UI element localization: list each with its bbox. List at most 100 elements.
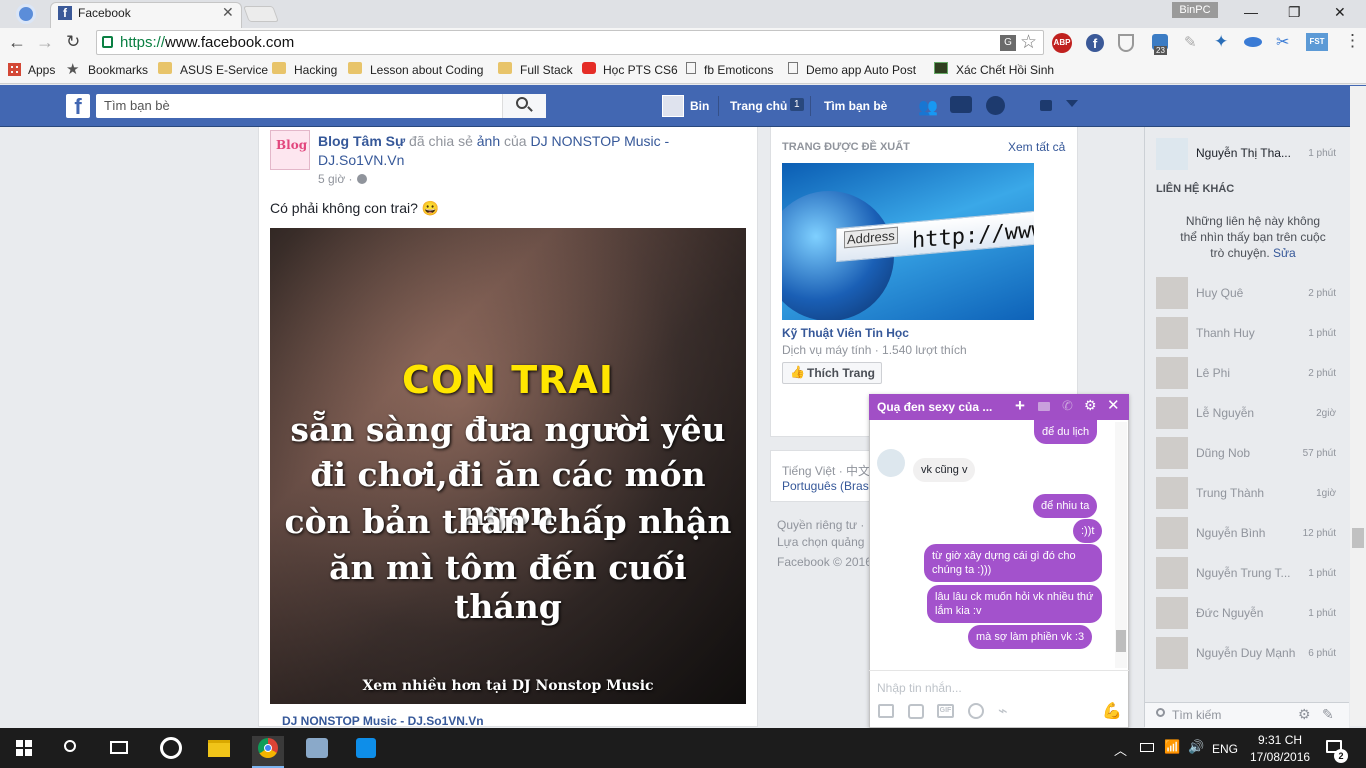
chat-title[interactable]: Quạ đen sexy của ... <box>877 400 992 414</box>
clock-date[interactable]: 17/08/2016 <box>1250 750 1310 764</box>
bookmark-xac-chet[interactable]: Xác Chết Hồi Sinh <box>956 63 1054 77</box>
contact-avatar[interactable] <box>1156 138 1188 170</box>
see-all-link[interactable]: Xem tất cả <box>1008 140 1065 154</box>
secure-lock-icon[interactable] <box>102 36 113 48</box>
adblock-icon[interactable]: ABP <box>1052 33 1072 53</box>
bookmark-emoticons[interactable]: fb Emoticons <box>704 63 773 77</box>
contact-avatar[interactable] <box>1156 637 1188 669</box>
sticker-icon[interactable] <box>908 704 924 719</box>
task-view-icon[interactable] <box>110 741 128 754</box>
maximize-icon[interactable]: ❐ <box>1288 4 1301 21</box>
bookmark-apps[interactable]: Apps <box>28 63 55 77</box>
star-extension-icon[interactable]: ✦ <box>1214 32 1228 52</box>
scrollbar-thumb[interactable] <box>1352 528 1364 548</box>
contact-avatar[interactable] <box>1156 357 1188 389</box>
url-text[interactable]: https://www.facebook.com <box>120 34 294 51</box>
bookmark-hacking[interactable]: Hacking <box>294 63 337 77</box>
minimize-icon[interactable]: — <box>1244 4 1258 20</box>
back-icon[interactable]: ← <box>8 32 26 53</box>
contact-name[interactable]: Nguyễn Trung T... <box>1196 566 1291 580</box>
post-author[interactable]: Blog Tâm Sự <box>318 133 405 149</box>
chrome-menu-icon[interactable] <box>16 4 36 24</box>
network-icon[interactable]: 📶 <box>1164 739 1180 755</box>
chat-contact-avatar[interactable] <box>877 449 905 477</box>
suggested-page-image[interactable]: Address http://www <box>782 163 1034 320</box>
window-close-icon[interactable]: ✕ <box>1334 4 1346 21</box>
tool-app-icon[interactable] <box>306 738 328 758</box>
contact-avatar[interactable] <box>1156 477 1188 509</box>
contact-name[interactable]: Lê Phi <box>1196 366 1230 380</box>
reload-icon[interactable]: ↻ <box>66 32 80 52</box>
home-link[interactable]: Trang chủ <box>730 99 787 113</box>
attach-file-icon[interactable]: ⌁ <box>998 701 1008 721</box>
contact-avatar[interactable] <box>1156 437 1188 469</box>
translate-icon[interactable]: G <box>1000 35 1016 51</box>
contact-avatar[interactable] <box>1156 517 1188 549</box>
sidebar-compose-icon[interactable]: ✎ <box>1322 706 1334 723</box>
contact-avatar[interactable] <box>1156 277 1188 309</box>
privacy-lock-icon[interactable] <box>1040 100 1052 111</box>
media-app-icon[interactable] <box>160 737 182 759</box>
contact-name[interactable]: Huy Quê <box>1196 286 1243 300</box>
bookmark-star-icon[interactable]: ☆ <box>1020 31 1037 54</box>
file-explorer-icon[interactable] <box>208 740 230 757</box>
bookmark-asus[interactable]: ASUS E-Service <box>180 63 268 77</box>
chat-input-placeholder[interactable]: Nhập tin nhắn... <box>877 681 962 695</box>
tab-close-icon[interactable]: ✕ <box>222 4 234 21</box>
eye-extension-icon[interactable] <box>1244 37 1262 47</box>
post-photo-link[interactable]: ảnh <box>477 133 500 149</box>
gif-icon[interactable]: GIF <box>937 704 954 718</box>
account-menu-chevron-icon[interactable] <box>1066 100 1078 107</box>
apps-grid-icon[interactable] <box>8 63 21 76</box>
teamviewer-icon[interactable] <box>356 738 376 758</box>
battery-icon[interactable] <box>1140 743 1154 752</box>
facebook-logo-icon[interactable]: f <box>66 94 90 119</box>
post-time[interactable]: 5 giờ · <box>318 172 353 186</box>
footer-line-1[interactable]: Quyền riêng tư · <box>777 518 864 532</box>
sidebar-settings-icon[interactable]: ⚙ <box>1298 706 1311 723</box>
post-footer-link[interactable]: DJ NONSTOP Music - DJ.So1VN.Vn <box>282 714 484 728</box>
profile-avatar[interactable] <box>662 95 684 117</box>
bookmark-pts[interactable]: Học PTS CS6 <box>603 63 678 77</box>
chat-scrollbar-thumb[interactable] <box>1116 630 1126 652</box>
chat-settings-icon[interactable]: ⚙ <box>1084 397 1097 414</box>
sidebar-notice-edit-link[interactable]: Sửa <box>1273 246 1296 260</box>
chat-close-icon[interactable]: ✕ <box>1107 396 1120 414</box>
show-hidden-icons[interactable]: ︿ <box>1114 740 1127 759</box>
bookmark-autopost[interactable]: Demo app Auto Post <box>806 63 916 77</box>
fst-extension-icon[interactable]: FST <box>1306 33 1328 51</box>
video-call-icon[interactable] <box>1038 402 1050 411</box>
facebook-extension-icon[interactable]: f <box>1086 34 1104 52</box>
contact-avatar[interactable] <box>1156 317 1188 349</box>
contact-name[interactable]: Lễ Nguyễn <box>1196 406 1254 420</box>
messages-icon[interactable] <box>950 96 972 113</box>
shield-extension-icon[interactable] <box>1118 34 1134 52</box>
profile-badge[interactable]: BinPC <box>1172 2 1218 18</box>
contact-avatar[interactable] <box>1156 597 1188 629</box>
photo-icon[interactable] <box>878 704 894 718</box>
chrome-menu-dots-icon[interactable]: ⋮ <box>1344 31 1361 51</box>
find-friends-link[interactable]: Tìm bạn bè <box>824 99 887 113</box>
search-taskbar-icon[interactable] <box>64 740 76 752</box>
contact-name[interactable]: Trung Thành <box>1196 486 1264 500</box>
language-indicator[interactable]: ENG <box>1212 742 1238 756</box>
profile-link[interactable]: Bin <box>690 99 709 113</box>
wrench-extension-icon[interactable]: ✂ <box>1276 32 1289 52</box>
page-scrollbar[interactable] <box>1350 86 1366 726</box>
bookmark-coding[interactable]: Lesson about Coding <box>370 63 483 77</box>
voice-call-icon[interactable]: ✆ <box>1062 398 1073 414</box>
contact-name[interactable]: Đức Nguyễn <box>1196 606 1263 620</box>
bookmark-fullstack[interactable]: Full Stack <box>520 63 573 77</box>
top-contact-name[interactable]: Nguyễn Thị Tha... <box>1196 146 1291 160</box>
friend-requests-icon[interactable]: 👥 <box>918 97 938 117</box>
language-line-1[interactable]: Tiếng Việt · 中文 <box>782 462 870 479</box>
windows-start-icon[interactable] <box>16 740 32 756</box>
forward-icon[interactable]: → <box>36 32 54 53</box>
footer-line-2[interactable]: Lựa chọn quảng <box>777 535 864 549</box>
new-tab-button[interactable] <box>243 6 279 22</box>
flex-emoji-icon[interactable]: 💪 <box>1102 701 1122 721</box>
bookmark-bookmarks[interactable]: Bookmarks <box>88 63 148 77</box>
contact-name[interactable]: Dũng Nob <box>1196 446 1250 460</box>
language-line-2[interactable]: Português (Bras <box>782 479 869 493</box>
volume-icon[interactable]: 🔊 <box>1188 739 1204 755</box>
